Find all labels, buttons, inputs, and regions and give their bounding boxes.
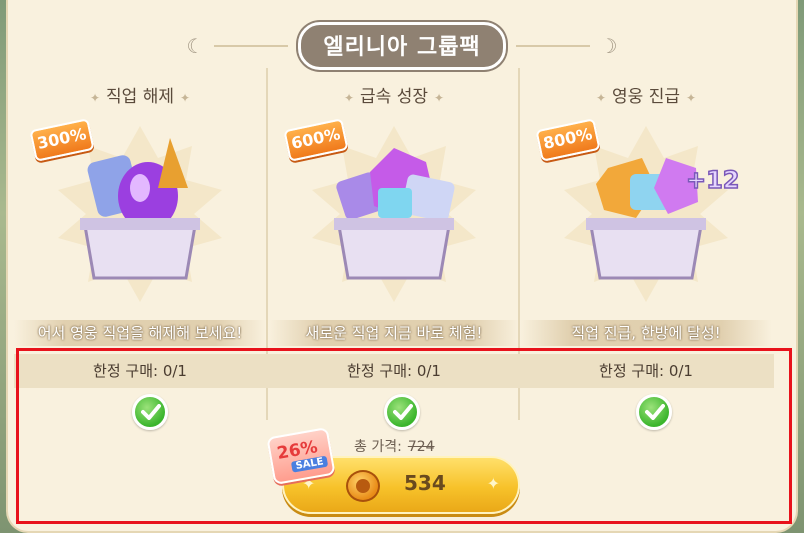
item-title: ✦ 영웅 진급 ✦ <box>595 87 697 107</box>
sparkle-icon: ✦ <box>595 91 607 105</box>
item-description: 새로운 직업 지금 바로 체험! <box>268 320 520 346</box>
highlight-box <box>16 348 792 524</box>
crescent-right-icon: ☽ <box>599 34 618 58</box>
item-description: 직업 진급, 한방에 달성! <box>520 320 772 346</box>
item-description: 어서 영웅 직업을 해제해 보세요! <box>14 320 266 346</box>
sparkle-icon: ✦ <box>89 91 101 105</box>
crescent-left-icon: ☾ <box>186 34 205 58</box>
item-title: ✦ 직업 해제 ✦ <box>89 87 191 107</box>
title-divider-left <box>214 45 289 47</box>
pack-title: 엘리니아 그룹팩 <box>298 22 506 70</box>
sparkle-icon: ✦ <box>433 91 445 105</box>
panel-header: ☾ 엘리니아 그룹팩 ☽ <box>8 22 796 70</box>
item-title: ✦ 급속 성장 ✦ <box>343 87 445 107</box>
sparkle-icon: ✦ <box>343 91 355 105</box>
svg-text:+12: +12 <box>686 166 740 194</box>
sparkle-icon: ✦ <box>179 91 191 105</box>
sparkle-icon: ✦ <box>685 91 697 105</box>
title-divider-right <box>515 45 590 47</box>
